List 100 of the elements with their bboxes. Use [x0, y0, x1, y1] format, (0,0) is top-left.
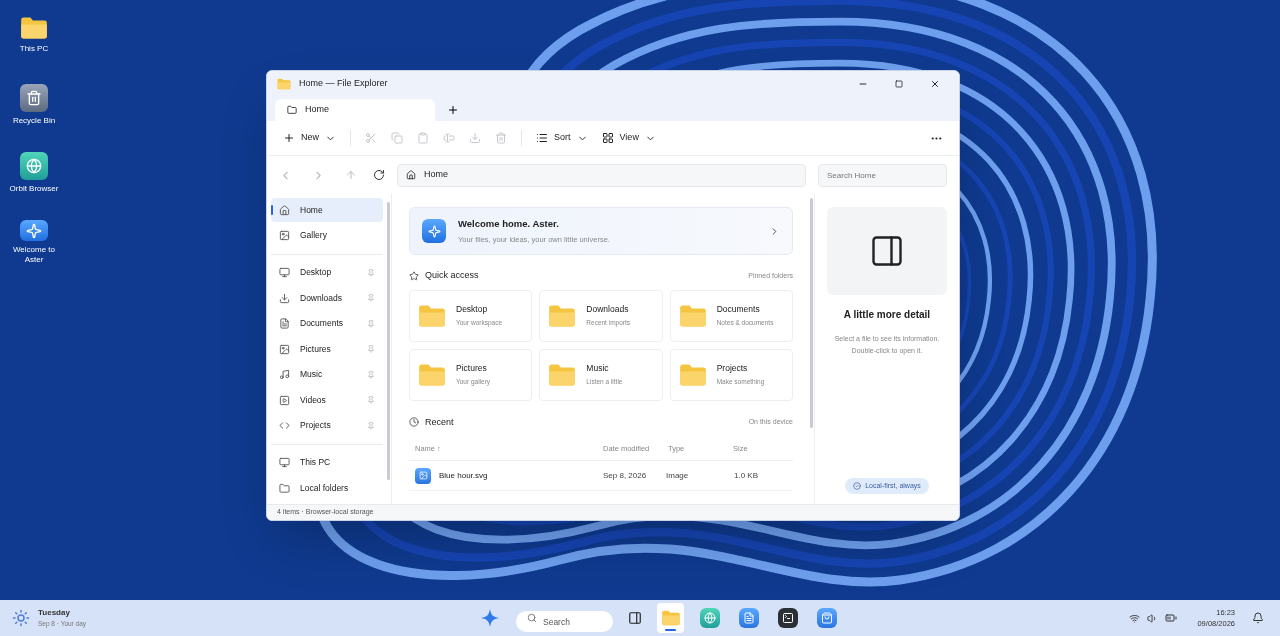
folder-name: Projects — [716, 362, 749, 375]
desktop-shortcut[interactable]: Recycle Bin — [0, 84, 68, 129]
new-button[interactable]: New — [283, 131, 336, 145]
sidebar-label: Downloads — [300, 291, 344, 305]
sidebar-item[interactable]: This PC — [271, 450, 383, 475]
shortcut-label: Welcome to Aster — [11, 245, 57, 265]
search-icon — [527, 613, 537, 623]
star-icon — [409, 270, 419, 281]
details-title: A little more detail — [843, 308, 931, 322]
sidebar-item[interactable]: Documents — [271, 311, 383, 336]
sparkle-icon — [20, 220, 48, 241]
code-icon — [279, 420, 290, 431]
address-text: Home — [424, 168, 448, 182]
desktop-shortcut[interactable]: This PC — [0, 16, 68, 61]
document-icon — [279, 318, 290, 329]
start-button[interactable] — [480, 608, 500, 628]
home-icon — [279, 204, 290, 216]
task-view-icon — [628, 611, 642, 625]
sidebar-label: Music — [300, 368, 324, 381]
scrollbar[interactable] — [387, 202, 390, 480]
folder-icon — [678, 303, 707, 328]
sidebar-label: Gallery — [300, 229, 328, 242]
music-note-icon — [279, 369, 290, 380]
recycle-bin-icon — [20, 84, 48, 112]
trash-icon — [495, 132, 507, 144]
image-file-icon — [415, 467, 431, 484]
arrow-up-icon — [345, 169, 357, 181]
sidebar-item[interactable]: Videos — [271, 388, 383, 412]
notification-bell-icon[interactable] — [1252, 612, 1264, 624]
monitor-icon — [279, 457, 290, 468]
folder-name: Downloads — [586, 303, 630, 316]
sparkle-icon — [422, 219, 446, 243]
monitor-icon — [279, 267, 290, 278]
file-row[interactable]: Blue hour.svg Sep 8, 2026 Image 1.0 KB — [409, 461, 793, 491]
close-icon — [930, 79, 940, 89]
folder-name: Desktop — [456, 303, 489, 316]
tab[interactable]: Home — [275, 99, 435, 121]
window-title: Home — File Explorer — [299, 77, 388, 91]
sidebar-item[interactable]: Projects — [271, 413, 383, 438]
sort-button[interactable]: Sort — [536, 131, 588, 145]
view-button[interactable]: View — [601, 131, 656, 145]
image-icon — [279, 343, 290, 355]
folder-icon — [277, 78, 291, 90]
sidebar-label: Documents — [300, 317, 344, 330]
folder-icon — [418, 303, 446, 328]
home-icon — [406, 170, 416, 180]
sparkle-icon — [480, 608, 500, 628]
folder-icon — [548, 362, 577, 387]
sidebar-item[interactable]: Music — [271, 362, 383, 387]
shortcut-label: Orbit Browser — [9, 184, 59, 194]
weather-day: Tuesday — [38, 607, 87, 620]
refresh-icon — [373, 169, 385, 181]
selection-indicator — [271, 205, 273, 215]
table-cell-text: Image — [665, 469, 690, 482]
folder-icon — [678, 362, 707, 387]
section-title: Quick access — [425, 269, 480, 282]
sidebar-item[interactable]: Pictures — [271, 337, 383, 361]
clock-icon — [409, 417, 419, 428]
rename-icon — [443, 132, 455, 144]
sidebar-item[interactable]: Downloads — [271, 286, 383, 310]
sidebar-item[interactable]: Desktop — [271, 260, 383, 285]
document-icon — [738, 608, 759, 628]
terminal-icon — [777, 608, 798, 628]
refresh-button[interactable] — [373, 169, 385, 181]
taskbar-search-field[interactable]: Search — [516, 611, 613, 632]
play-icon — [279, 394, 290, 406]
folder-name: Documents — [716, 303, 761, 316]
folder-icon — [279, 482, 290, 494]
list-icon — [536, 132, 548, 144]
scrollbar[interactable] — [810, 198, 813, 428]
table-cell: Blue hour.svg — [439, 469, 488, 482]
folder-icon — [548, 303, 577, 328]
table-cell-text: Sep 8, 2026 — [602, 469, 648, 482]
folder-icon — [287, 105, 297, 115]
sidebar-item[interactable]: Gallery — [271, 223, 383, 248]
wifi-icon[interactable] — [1129, 612, 1141, 624]
sidebar-item[interactable]: Home — [271, 198, 383, 222]
sidebar-label: This PC — [300, 456, 332, 469]
sidebar-label: Home — [300, 203, 324, 217]
shopping-bag-icon — [816, 608, 837, 628]
sidebar-item[interactable]: Local folders — [271, 476, 383, 500]
desktop-shortcut[interactable]: Welcome to Aster — [0, 220, 68, 265]
sidebar-label: Local folders — [300, 481, 350, 495]
folder-name: Music — [586, 362, 610, 375]
desktop-shortcut[interactable]: Orbit Browser — [0, 152, 68, 197]
table-cell-text: 1.0 KB — [733, 469, 759, 482]
search-field[interactable]: Search Home — [818, 163, 947, 187]
check-circle-icon — [853, 481, 862, 490]
shortcut-label: Recycle Bin — [12, 116, 56, 126]
scissors-icon — [365, 132, 377, 144]
globe-icon — [699, 608, 720, 628]
address-bar[interactable]: Home — [397, 163, 806, 187]
plus-icon — [447, 104, 459, 116]
plus-icon — [283, 132, 295, 144]
clipboard-icon — [417, 132, 429, 144]
folder-name: Pictures — [456, 362, 488, 375]
sun-icon — [12, 609, 30, 627]
image-icon — [279, 230, 290, 241]
folder-icon — [418, 362, 446, 387]
battery-icon[interactable] — [1165, 612, 1178, 624]
